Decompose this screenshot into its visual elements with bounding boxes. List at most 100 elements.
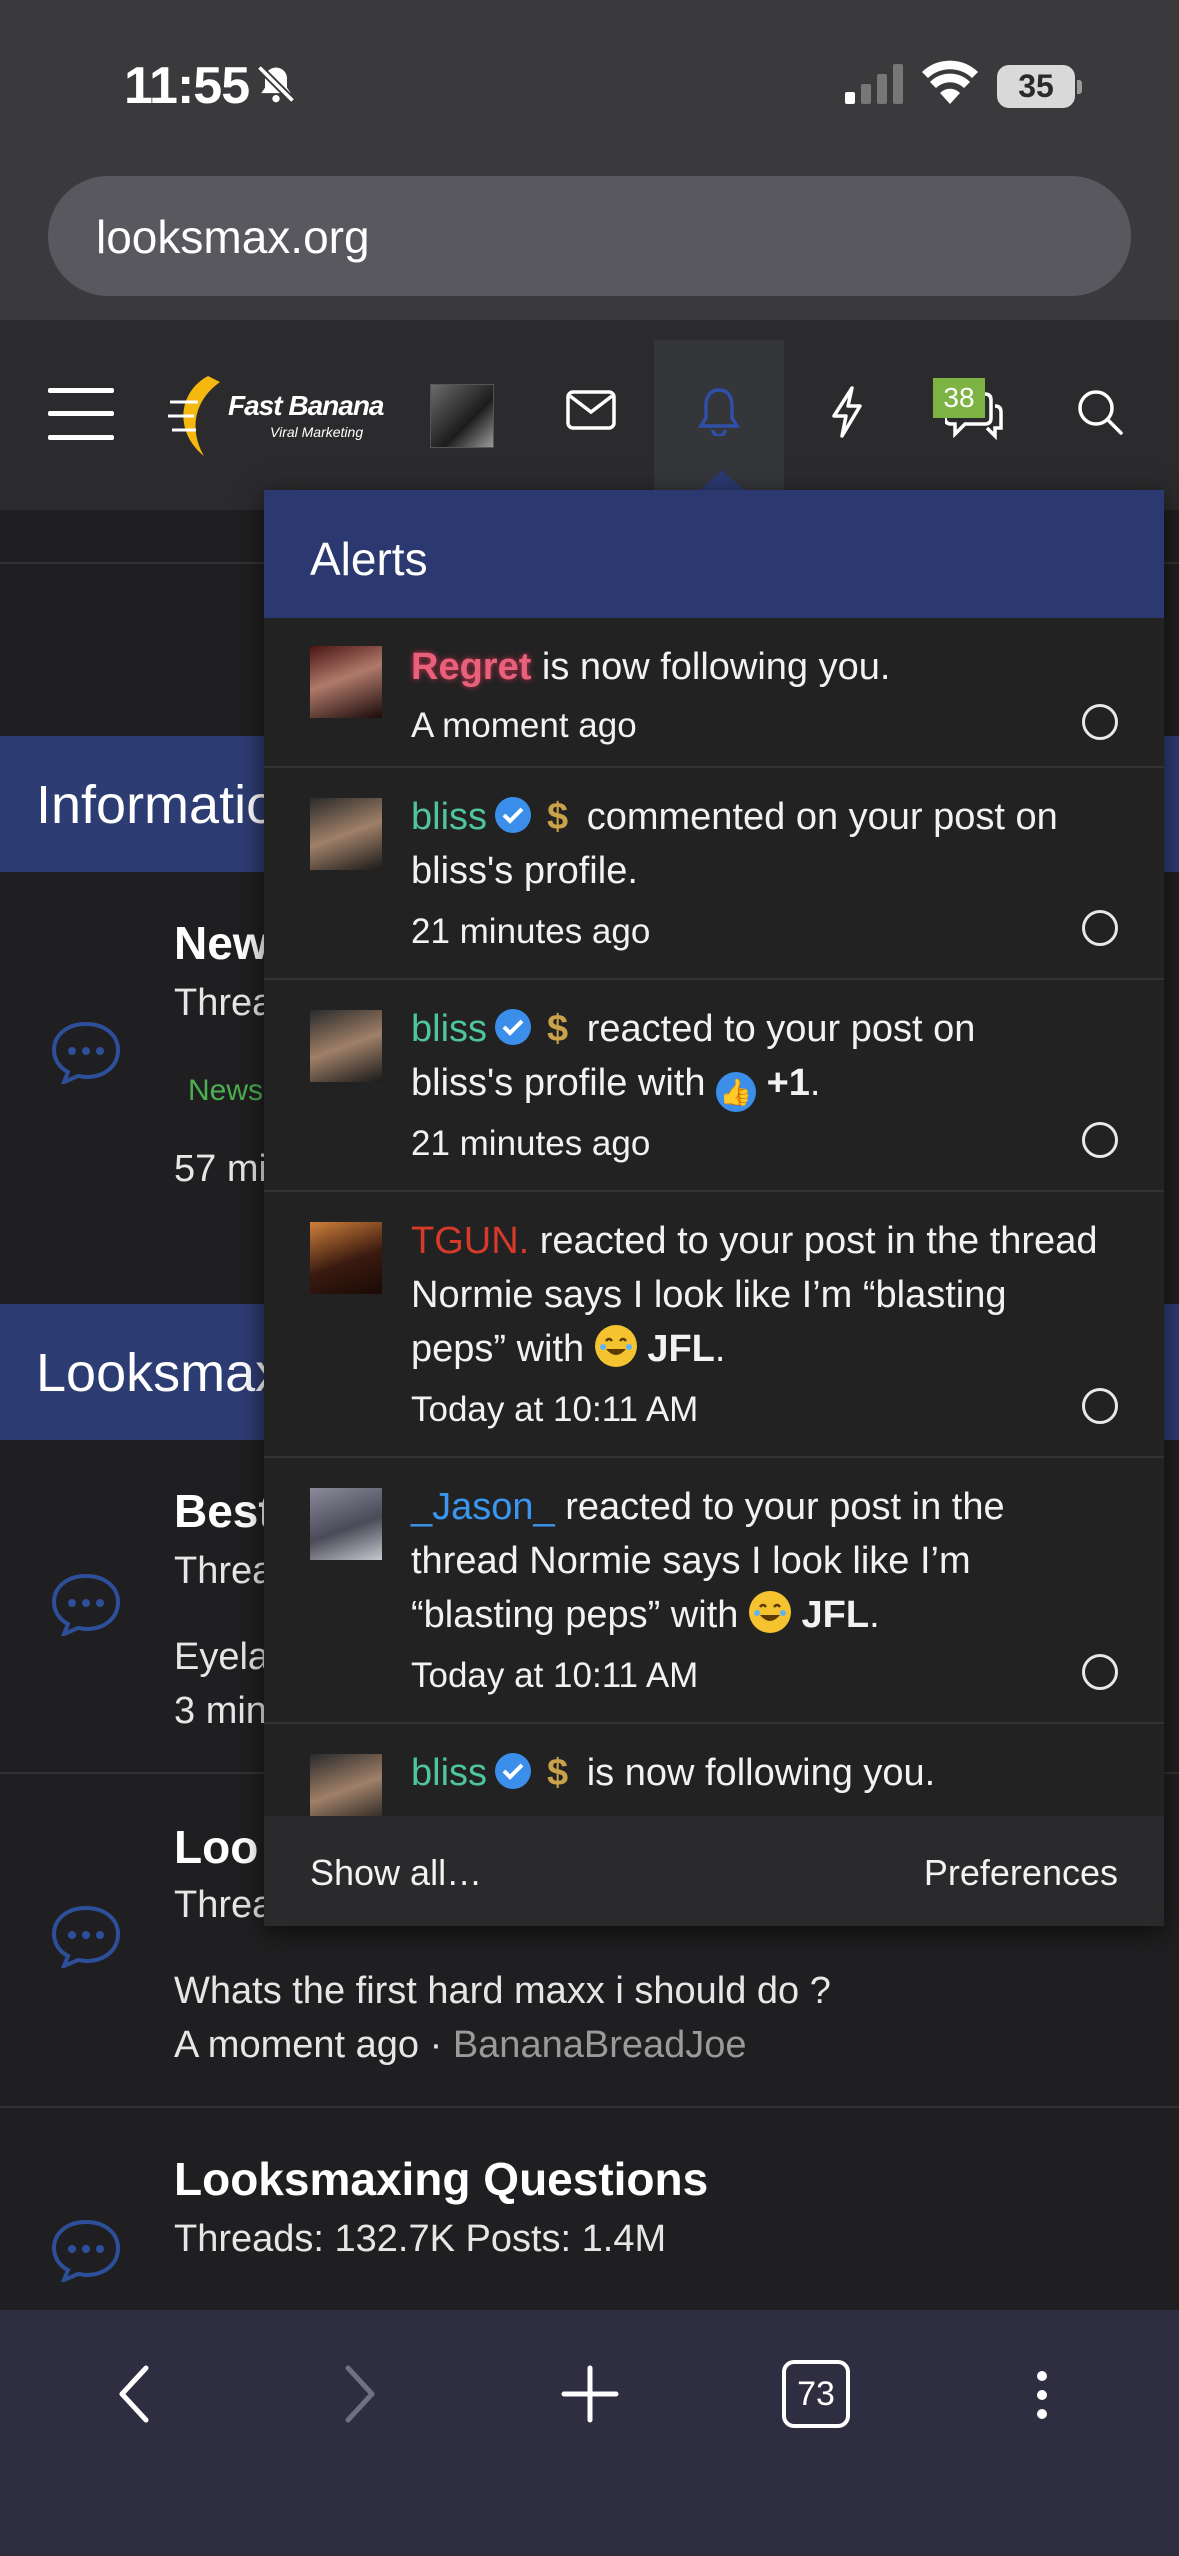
avatar[interactable]	[310, 1222, 382, 1294]
back-icon[interactable]	[114, 2364, 154, 2429]
node-stats: Threads: 132.7K Posts: 1.4M	[174, 2218, 667, 2260]
dollar-badge-icon: $	[547, 1008, 569, 1050]
alert-username[interactable]: TGUN.	[411, 1220, 529, 1262]
reaction-label: +1	[766, 1062, 810, 1104]
node-meta: 57 mi	[174, 1148, 267, 1190]
alert-item[interactable]: TGUN. reacted to your post in the thread…	[264, 1192, 1164, 1458]
alert-text: _Jason_ reacted to your post in the threa…	[411, 1486, 1005, 1636]
node-stats: Threa	[174, 1550, 274, 1592]
preferences-link[interactable]: Preferences	[924, 1852, 1118, 1894]
chat-bubble-icon	[50, 2218, 122, 2287]
verified-badge-icon	[495, 797, 532, 833]
tabs-button[interactable]: 73	[782, 2360, 850, 2428]
chat-bubble-icon	[50, 1572, 122, 1641]
bell-icon[interactable]	[697, 386, 741, 441]
reaction-label: JFL	[801, 1594, 870, 1636]
alerts-footer: Show all… Preferences	[264, 1816, 1164, 1926]
browser-toolbar	[0, 2310, 1179, 2556]
node-tag[interactable]: News	[188, 1074, 263, 1108]
dollar-badge-icon: $	[547, 796, 569, 838]
alert-item[interactable]: bliss $ reacted to your post on bliss's pr…	[264, 980, 1164, 1192]
menu-icon[interactable]	[48, 386, 114, 447]
url-text: looksmax.org	[96, 211, 370, 263]
mark-read-toggle[interactable]	[1082, 910, 1118, 946]
avatar[interactable]	[310, 798, 382, 870]
node-meta-time: A moment ago	[174, 2024, 420, 2066]
banana-logo-icon[interactable]	[168, 372, 232, 465]
alerts-title: Alerts	[310, 533, 428, 585]
alert-text: bliss $ commented on your post on bliss's …	[411, 790, 1111, 898]
alert-item[interactable]: _Jason_ reacted to your post in the threa…	[264, 1458, 1164, 1724]
alert-item[interactable]: bliss $ is now following you.	[264, 1724, 1164, 1816]
avatar[interactable]	[310, 1010, 382, 1082]
alert-text: TGUN. reacted to your post in the thread…	[411, 1220, 1098, 1370]
node-title[interactable]: New	[174, 916, 269, 970]
node-stats: Threa	[174, 982, 274, 1024]
user-avatar[interactable]	[430, 384, 494, 448]
node-meta: A moment ago · BananaBreadJoe	[174, 2024, 747, 2066]
verified-badge-icon	[495, 1753, 532, 1789]
mark-read-toggle[interactable]	[1082, 704, 1118, 740]
forward-icon[interactable]	[340, 2364, 380, 2429]
mark-read-toggle[interactable]	[1082, 1122, 1118, 1158]
alert-username[interactable]: bliss	[411, 796, 487, 838]
dollar-badge-icon: $	[547, 1752, 569, 1794]
node-stats: Threa	[174, 1884, 274, 1926]
avatar[interactable]	[310, 1754, 382, 1816]
node-meta-user[interactable]: BananaBreadJoe	[453, 2024, 747, 2066]
node-meta: 3 min	[174, 1690, 267, 1732]
alert-time: 21 minutes ago	[411, 1124, 651, 1163]
search-icon[interactable]	[1076, 388, 1124, 441]
section-title: Looksmax	[36, 1343, 283, 1403]
silent-mode-icon	[254, 62, 298, 111]
node-title[interactable]: Loo	[174, 1820, 258, 1874]
logo-text[interactable]: Fast Banana	[228, 390, 384, 422]
show-all-link[interactable]: Show all…	[310, 1852, 482, 1894]
avatar[interactable]	[310, 1488, 382, 1560]
laughing-emoji-icon	[594, 1325, 637, 1367]
mark-read-toggle[interactable]	[1082, 1388, 1118, 1424]
laughing-emoji-icon	[748, 1591, 791, 1633]
alert-item[interactable]: Regret is now following you. A moment ag…	[264, 618, 1164, 768]
alert-time: Today at 10:11 AM	[411, 1656, 699, 1695]
alert-time: A moment ago	[411, 706, 637, 745]
verified-badge-icon	[495, 1009, 532, 1045]
node-title[interactable]: Best	[174, 1484, 274, 1538]
status-bar: 11:55 35	[0, 0, 1179, 170]
battery-tip	[1077, 80, 1082, 94]
section-title: Informatio	[36, 775, 277, 835]
battery-level: 35	[997, 65, 1075, 108]
alert-username[interactable]: bliss	[411, 1752, 487, 1794]
alerts-caret	[700, 470, 744, 490]
like-reaction-icon: 👍	[716, 1072, 757, 1112]
node-last-post[interactable]: Whats the first hard maxx i should do ?	[174, 1970, 831, 2013]
browser-address-area: looksmax.org	[0, 170, 1179, 320]
address-bar[interactable]: looksmax.org	[48, 176, 1131, 296]
status-time: 11:55	[124, 57, 250, 115]
avatar[interactable]	[310, 646, 382, 718]
alert-username[interactable]: bliss	[411, 1008, 487, 1050]
alert-username[interactable]: Regret	[411, 646, 531, 688]
inbox-icon[interactable]	[566, 390, 616, 435]
alert-text: Regret is now following you.	[411, 646, 891, 688]
alert-time: Today at 10:11 AM	[411, 1390, 699, 1429]
site-header	[0, 320, 1179, 510]
mark-read-toggle[interactable]	[1082, 1654, 1118, 1690]
logo-subtext: Viral Marketing	[270, 424, 364, 440]
alert-username[interactable]: _Jason_	[411, 1486, 555, 1528]
more-options-icon[interactable]	[1034, 2370, 1050, 2425]
alerts-header: Alerts	[264, 490, 1164, 618]
new-tab-icon[interactable]	[560, 2364, 620, 2429]
alert-time: 21 minutes ago	[411, 912, 651, 951]
alert-item[interactable]: bliss $ commented on your post on bliss's …	[264, 768, 1164, 980]
conversations-badge: 38	[933, 378, 985, 418]
node-title[interactable]: Looksmaxing Questions	[174, 2152, 708, 2206]
node-last-post[interactable]: Eyela	[174, 1636, 269, 1679]
chat-bubble-icon	[50, 1904, 122, 1973]
cellular-signal-icon	[845, 64, 905, 109]
alert-text: bliss $ reacted to your post on bliss's pr…	[411, 1002, 1111, 1112]
alert-text: bliss $ is now following you.	[411, 1746, 1111, 1800]
whats-new-icon[interactable]	[830, 386, 864, 443]
reaction-label: JFL	[647, 1328, 715, 1370]
forum-node[interactable]: Looksmaxing Questions Threads: 132.7K Po…	[0, 2108, 1179, 2308]
